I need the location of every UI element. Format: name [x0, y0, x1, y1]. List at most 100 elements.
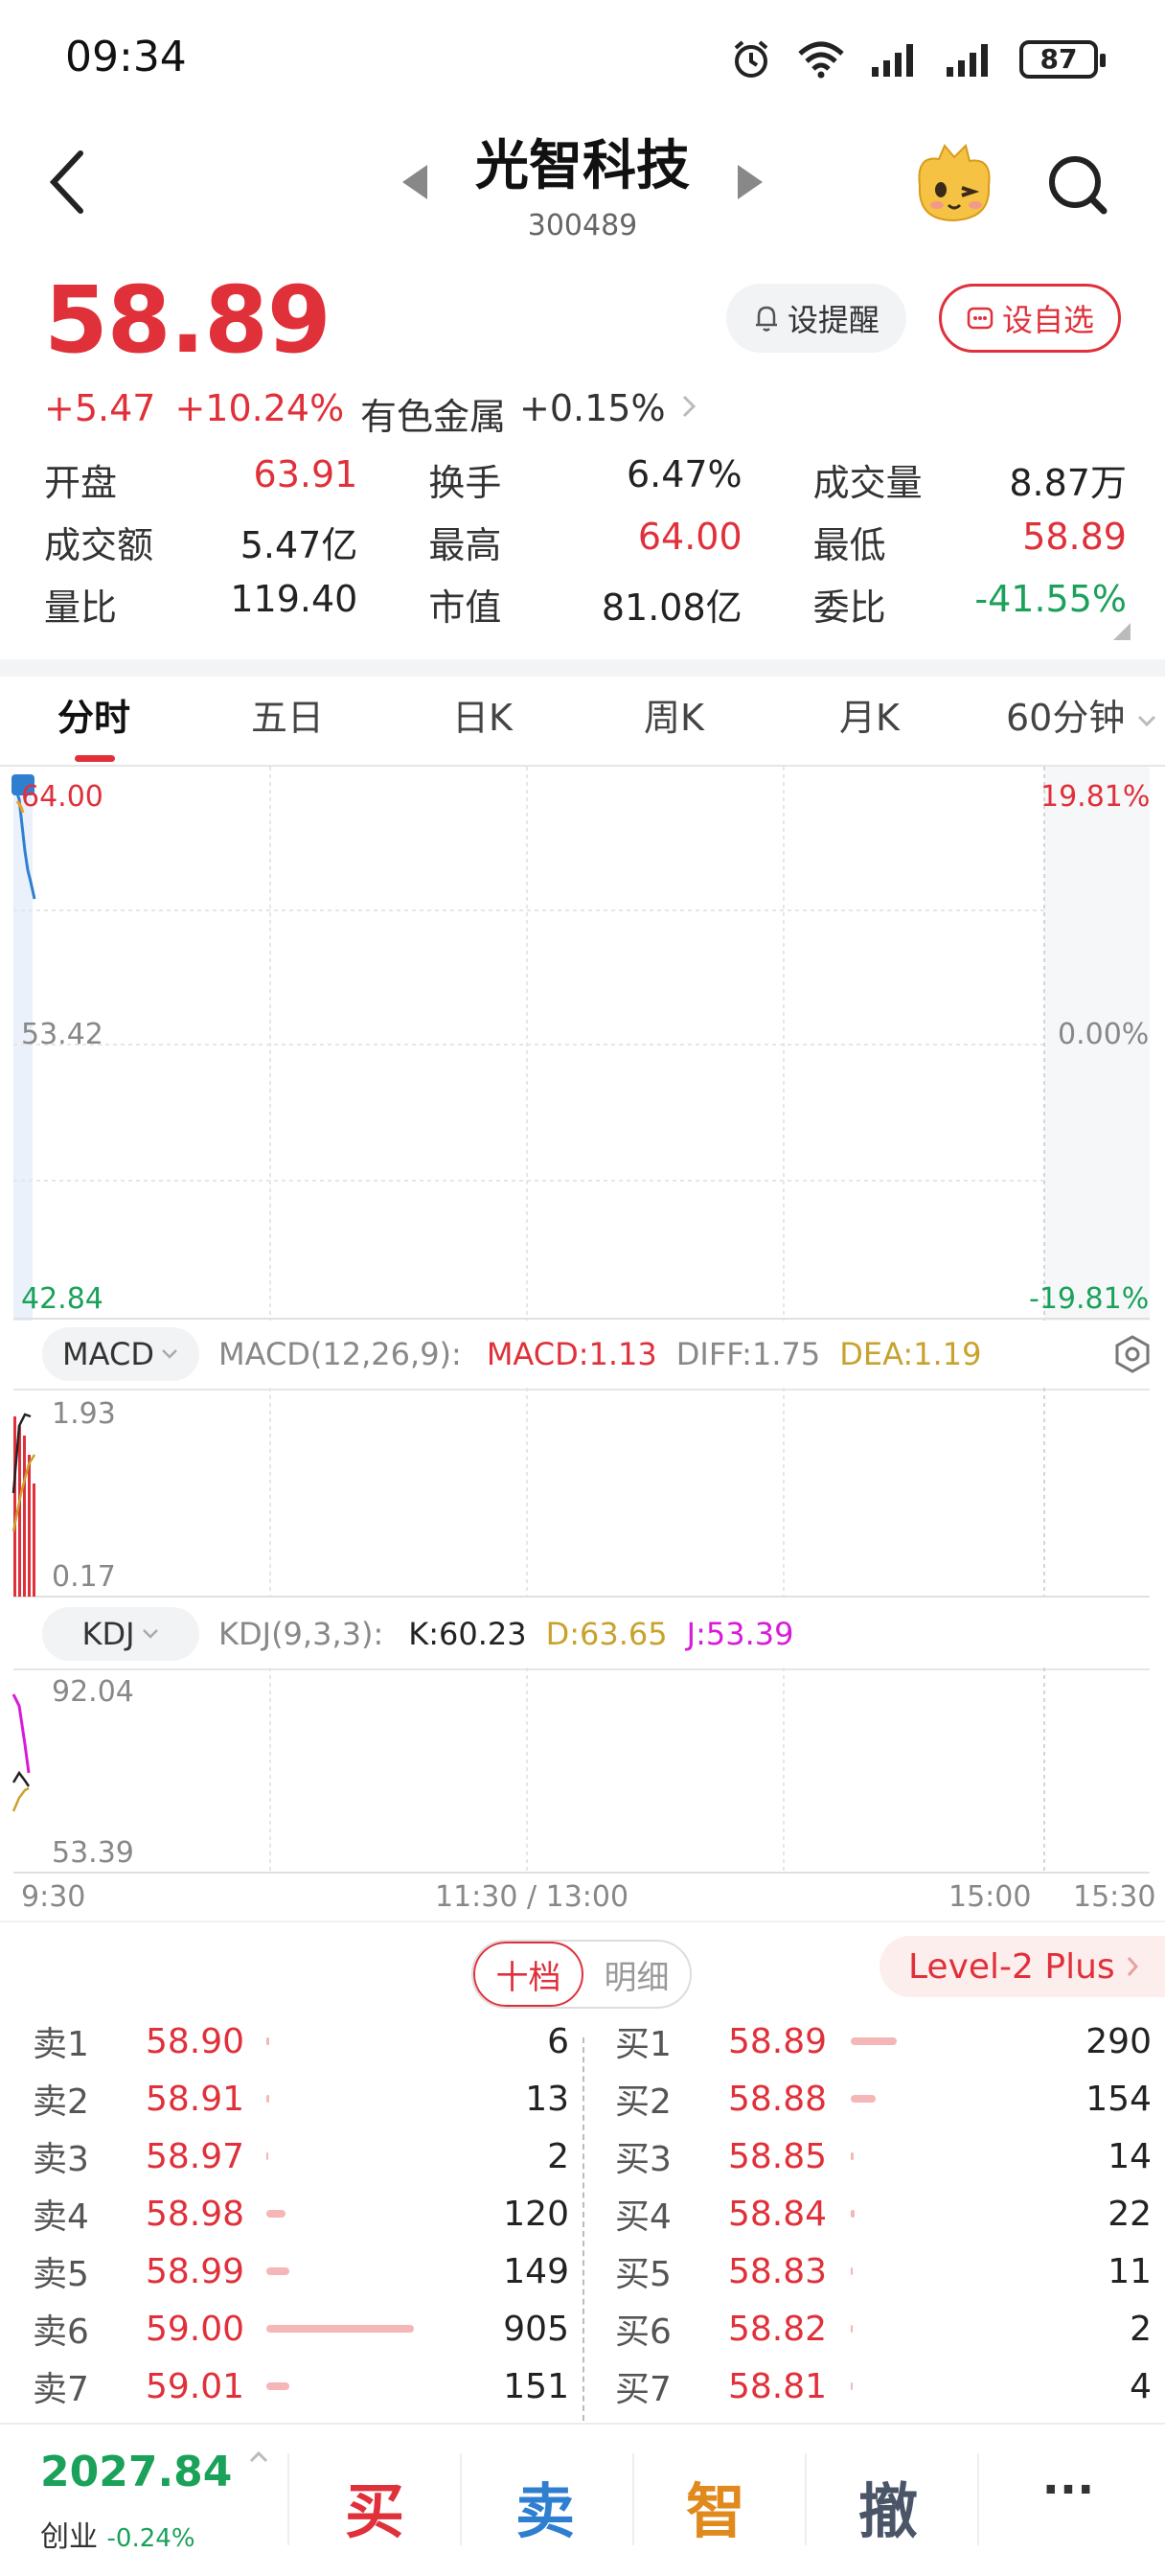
chevron-down-icon — [162, 1349, 177, 1359]
chart-tabs: 分时 五日 日K 周K 月K 60分钟 — [0, 688, 1165, 755]
price-axis-mid: 53.42 — [21, 1018, 103, 1051]
tab-five-day[interactable]: 五日 — [251, 688, 324, 741]
stat-label: 换手 — [428, 462, 502, 504]
chevron-right-icon — [682, 395, 696, 418]
kdj-chart[interactable]: 92.04 53.39 — [0, 1668, 1165, 1874]
tab-60min[interactable]: 60分钟 — [1006, 688, 1157, 741]
sell-button[interactable]: 卖 — [473, 2463, 617, 2549]
sell-level-label: 卖1 — [33, 2025, 89, 2064]
buy-row[interactable]: 买7 58.81 4 — [615, 2358, 1152, 2415]
sell-volume: 2 — [547, 2136, 569, 2176]
sector-name: 有色金属 — [360, 396, 507, 438]
volume-bar — [266, 2382, 289, 2390]
sector-link[interactable]: 有色金属 +0.15% — [360, 387, 698, 440]
current-price: 58.89 — [44, 266, 331, 374]
intraday-chart[interactable]: 64.00 53.42 42.84 19.81% 0.00% -19.81% — [0, 765, 1165, 1321]
buy-volume: 290 — [1085, 2021, 1152, 2061]
stats-row: 量比 119.40 市值 81.08亿 委比 -41.55% — [44, 573, 1127, 635]
buy-volume: 22 — [1108, 2194, 1152, 2234]
index-caption: 创业 -0.24% — [40, 2513, 195, 2555]
sell-row[interactable]: 卖1 58.90 6 — [33, 2012, 569, 2070]
level2-plus-button[interactable]: Level-2 Plus — [879, 1936, 1165, 1997]
buy-row[interactable]: 买6 58.82 2 — [615, 2300, 1152, 2358]
buy-button[interactable]: 买 — [303, 2463, 446, 2549]
buy-row[interactable]: 买2 58.88 154 — [615, 2070, 1152, 2128]
buy-row[interactable]: 买4 58.84 22 — [615, 2185, 1152, 2242]
stat-value: 63.91 — [253, 453, 358, 495]
bottom-divider — [632, 2453, 634, 2545]
j-value: J:53.39 — [686, 1616, 794, 1652]
volume-bar — [266, 2037, 269, 2045]
sell-volume: 151 — [503, 2366, 569, 2406]
price-axis-low: 42.84 — [21, 1282, 103, 1316]
index-widget[interactable]: 2027.84 — [40, 2448, 270, 2496]
settings-hex-icon[interactable] — [1111, 1333, 1154, 1375]
sell-level-label: 卖5 — [33, 2255, 89, 2294]
dea-value: DEA:1.19 — [839, 1336, 982, 1372]
tab-intraday[interactable]: 分时 — [57, 688, 130, 741]
buy-row[interactable]: 买3 58.85 14 — [615, 2128, 1152, 2185]
expand-stats-icon[interactable] — [1113, 623, 1131, 640]
set-reminder-button[interactable]: 设提醒 — [726, 284, 906, 353]
sector-change: +0.15% — [519, 387, 666, 429]
bottom-divider — [977, 2453, 979, 2545]
stat-label: 最高 — [428, 524, 502, 566]
buy-volume: 154 — [1085, 2079, 1152, 2119]
stat-value: -41.55% — [974, 578, 1127, 620]
search-icon[interactable] — [1044, 151, 1111, 218]
sell-orders: 卖1 58.90 6 卖2 58.91 13 卖3 58.97 2 卖4 58.98 120 卖… — [33, 2012, 569, 2415]
add-watchlist-button[interactable]: 设自选 — [939, 284, 1121, 353]
cancel-order-button[interactable]: 撤 — [816, 2463, 960, 2549]
macd-selector-label: MACD — [62, 1336, 154, 1372]
tab-detail[interactable]: 明细 — [583, 1942, 690, 2007]
tab-ten-levels[interactable]: 十档 — [473, 1942, 583, 2007]
more-button[interactable]: ··· — [996, 2463, 1140, 2517]
stat-label: 最低 — [812, 524, 886, 566]
macd-params: MACD(12,26,9): — [218, 1336, 462, 1372]
tab-monthly-k[interactable]: 月K — [839, 688, 900, 741]
stats-row: 开盘 63.91 换手 6.47% 成交量 8.87万 — [44, 448, 1127, 511]
next-stock-icon[interactable] — [738, 165, 763, 199]
time-axis-end: 15:30 — [1073, 1880, 1156, 1914]
macd-indicator-bar: MACD MACD(12,26,9): MACD:1.13 DIFF:1.75 … — [42, 1321, 1154, 1388]
tab-weekly-k[interactable]: 周K — [644, 688, 704, 741]
sell-level-label: 卖6 — [33, 2312, 89, 2352]
sell-row[interactable]: 卖6 59.00 905 — [33, 2300, 569, 2358]
stat-value: 8.87万 — [1009, 462, 1127, 504]
signal-icon — [947, 44, 988, 77]
buy-volume: 11 — [1108, 2251, 1152, 2291]
pct-axis-low: -19.81% — [1029, 1282, 1150, 1316]
pct-axis-high: 19.81% — [1040, 780, 1151, 814]
smart-trade-button[interactable]: 智 — [644, 2463, 788, 2549]
macd-selector[interactable]: MACD — [42, 1327, 199, 1381]
diff-value: DIFF:1.75 — [675, 1336, 821, 1372]
bell-icon — [755, 306, 777, 332]
buy-volume: 14 — [1108, 2136, 1152, 2176]
sell-row[interactable]: 卖4 58.98 120 — [33, 2185, 569, 2242]
stat-label: 委比 — [812, 586, 886, 629]
stats-row: 成交额 5.47亿 最高 64.00 最低 58.89 — [44, 511, 1127, 573]
mascot-icon[interactable] — [910, 142, 996, 224]
battery-icon: 87 — [1019, 40, 1106, 79]
kdj-chart-grid — [11, 1668, 1150, 1874]
sell-volume: 13 — [525, 2079, 569, 2119]
buy-row[interactable]: 买1 58.89 290 — [615, 2012, 1152, 2070]
sell-row[interactable]: 卖7 59.01 151 — [33, 2358, 569, 2415]
sell-row[interactable]: 卖2 58.91 13 — [33, 2070, 569, 2128]
pct-axis-mid: 0.00% — [1058, 1018, 1150, 1051]
buy-row[interactable]: 买5 58.83 11 — [615, 2242, 1152, 2300]
kdj-selector[interactable]: KDJ — [42, 1607, 199, 1661]
sell-row[interactable]: 卖3 58.97 2 — [33, 2128, 569, 2185]
stat-value: 81.08亿 — [601, 586, 742, 629]
alarm-icon — [734, 40, 768, 78]
tab-daily-k[interactable]: 日K — [452, 688, 513, 741]
bottom-divider — [805, 2453, 807, 2545]
macd-chart[interactable]: 1.93 0.17 — [0, 1388, 1165, 1598]
stat-value: 64.00 — [637, 516, 742, 558]
sell-row[interactable]: 卖5 58.99 149 — [33, 2242, 569, 2300]
sell-volume: 905 — [503, 2309, 569, 2349]
buy-level-label: 买3 — [615, 2140, 672, 2179]
volume-bar — [266, 2210, 286, 2218]
stat-value: 119.40 — [230, 578, 358, 620]
chevron-down-icon — [142, 1629, 158, 1639]
